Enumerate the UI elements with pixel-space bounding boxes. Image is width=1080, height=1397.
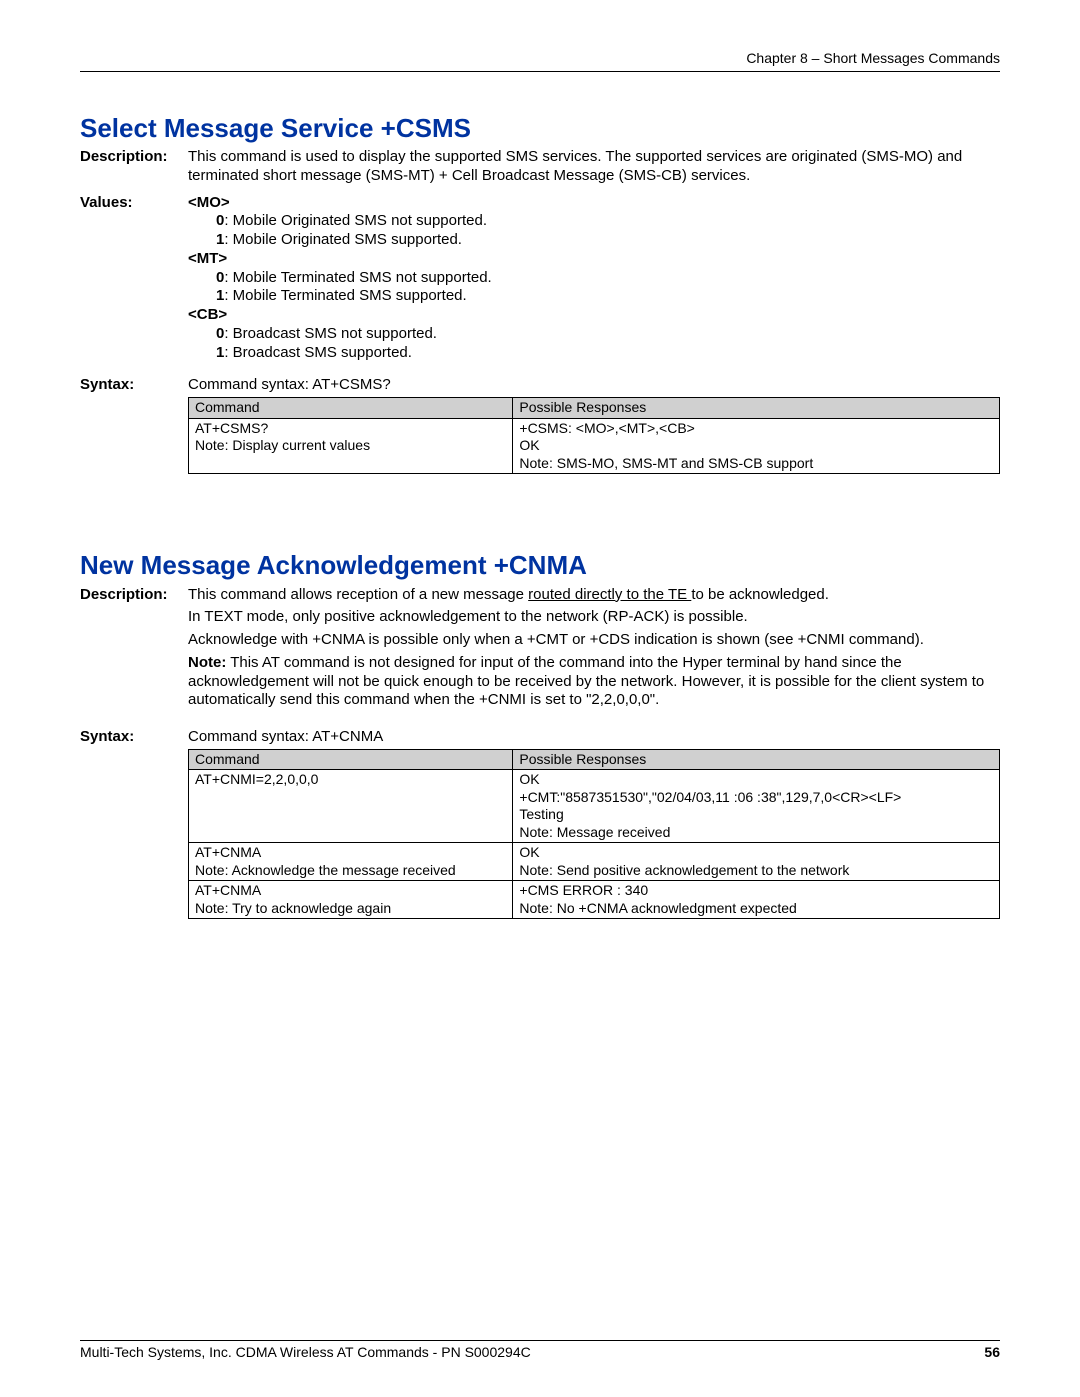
note-label: Note: [188, 654, 226, 671]
cnma-description-row: Description: This command allows recepti… [80, 586, 1000, 715]
td-response: +CMS ERROR : 340 Note: No +CNMA acknowle… [513, 881, 1000, 919]
table-row: AT+CSMS? Note: Display current values +C… [189, 418, 1000, 474]
resp-line: OK [519, 437, 993, 455]
mo-0: 0: Mobile Originated SMS not supported. [188, 212, 1000, 231]
mt-0-text: : Mobile Terminated SMS not supported. [224, 269, 491, 286]
resp-note: Note: Message received [519, 824, 993, 842]
th-responses: Possible Responses [513, 749, 1000, 770]
cb-1-text: : Broadcast SMS supported. [224, 344, 412, 361]
desc-p2: In TEXT mode, only positive acknowledgem… [188, 608, 1000, 627]
mo-0-text: : Mobile Originated SMS not supported. [224, 212, 487, 229]
th-responses: Possible Responses [513, 398, 1000, 419]
section-gap [80, 474, 1000, 529]
desc-p1: This command allows reception of a new m… [188, 586, 1000, 605]
table-row: AT+CNMA Note: Acknowledge the message re… [189, 843, 1000, 881]
td-response: +CSMS: <MO>,<MT>,<CB> OK Note: SMS-MO, S… [513, 418, 1000, 474]
resp-line: OK [519, 771, 993, 789]
csms-syntax-table: Command Possible Responses AT+CSMS? Note… [188, 397, 1000, 474]
csms-values-content: <MO> 0: Mobile Originated SMS not suppor… [188, 194, 1000, 363]
table-header-row: Command Possible Responses [189, 398, 1000, 419]
td-command: AT+CNMI=2,2,0,0,0 [189, 770, 513, 843]
resp-note: Note: Send positive acknowledgement to t… [519, 862, 993, 880]
resp-line: +CMT:"8587351530","02/04/03,11 :06 :38",… [519, 789, 993, 807]
note-text: This AT command is not designed for inpu… [188, 654, 984, 709]
resp-note: Note: SMS-MO, SMS-MT and SMS-CB support [519, 455, 993, 473]
resp-line: +CMS ERROR : 340 [519, 882, 993, 900]
desc-p1-underline: routed directly to the TE [528, 586, 691, 603]
csms-description-row: Description: This command is used to dis… [80, 148, 1000, 186]
cb-1: 1: Broadcast SMS supported. [188, 344, 1000, 363]
mo-1-text: : Mobile Originated SMS supported. [224, 231, 462, 248]
mo-header: <MO> [188, 194, 1000, 213]
td-response: OK +CMT:"8587351530","02/04/03,11 :06 :3… [513, 770, 1000, 843]
table-row: AT+CNMA Note: Try to acknowledge again +… [189, 881, 1000, 919]
cmd-note: Note: Try to acknowledge again [195, 900, 506, 918]
page-number: 56 [984, 1344, 1000, 1362]
resp-line: OK [519, 844, 993, 862]
syntax-label: Syntax: [80, 376, 188, 474]
cb-0: 0: Broadcast SMS not supported. [188, 325, 1000, 344]
page: Chapter 8 – Short Messages Commands Sele… [0, 0, 1080, 1397]
th-command: Command [189, 749, 513, 770]
description-label: Description: [80, 148, 188, 186]
page-footer: Multi-Tech Systems, Inc. CDMA Wireless A… [80, 1340, 1000, 1362]
resp-line: +CSMS: <MO>,<MT>,<CB> [519, 420, 993, 438]
cnma-syntax-text: Command syntax: AT+CNMA [188, 728, 1000, 747]
cmd-note: Note: Display current values [195, 437, 506, 455]
values-label: Values: [80, 194, 188, 363]
csms-values-row: Values: <MO> 0: Mobile Originated SMS no… [80, 194, 1000, 363]
cnma-syntax-content: Command syntax: AT+CNMA Command Possible… [188, 728, 1000, 919]
cnma-description-text: This command allows reception of a new m… [188, 586, 1000, 715]
cnma-syntax-row: Syntax: Command syntax: AT+CNMA Command … [80, 728, 1000, 919]
cb-header: <CB> [188, 306, 1000, 325]
mo-1: 1: Mobile Originated SMS supported. [188, 231, 1000, 250]
footer-text: Multi-Tech Systems, Inc. CDMA Wireless A… [80, 1344, 531, 1362]
desc-p3: Acknowledge with +CNMA is possible only … [188, 631, 1000, 650]
cb-0-text: : Broadcast SMS not supported. [224, 325, 437, 342]
syntax-label: Syntax: [80, 728, 188, 919]
td-response: OK Note: Send positive acknowledgement t… [513, 843, 1000, 881]
desc-p1a: This command allows reception of a new m… [188, 586, 528, 603]
mt-header: <MT> [188, 250, 1000, 269]
resp-note: Note: No +CNMA acknowledgment expected [519, 900, 993, 918]
mt-0: 0: Mobile Terminated SMS not supported. [188, 269, 1000, 288]
table-row: AT+CNMI=2,2,0,0,0 OK +CMT:"8587351530","… [189, 770, 1000, 843]
csms-syntax-content: Command syntax: AT+CSMS? Command Possibl… [188, 376, 1000, 474]
cmd-line: AT+CSMS? [195, 420, 506, 438]
resp-line: Testing [519, 806, 993, 824]
mt-1: 1: Mobile Terminated SMS supported. [188, 287, 1000, 306]
chapter-header: Chapter 8 – Short Messages Commands [80, 50, 1000, 72]
description-label: Description: [80, 586, 188, 715]
td-command: AT+CSMS? Note: Display current values [189, 418, 513, 474]
cmd-line: AT+CNMA [195, 882, 506, 900]
desc-note: Note: This AT command is not designed fo… [188, 654, 1000, 710]
cmd-line: AT+CNMA [195, 844, 506, 862]
section-title-csms: Select Message Service +CSMS [80, 112, 1000, 145]
cmd-note: Note: Acknowledge the message received [195, 862, 506, 880]
th-command: Command [189, 398, 513, 419]
mt-1-text: : Mobile Terminated SMS supported. [224, 287, 466, 304]
td-command: AT+CNMA Note: Try to acknowledge again [189, 881, 513, 919]
csms-description-text: This command is used to display the supp… [188, 148, 1000, 186]
section-title-cnma: New Message Acknowledgement +CNMA [80, 549, 1000, 582]
td-command: AT+CNMA Note: Acknowledge the message re… [189, 843, 513, 881]
table-header-row: Command Possible Responses [189, 749, 1000, 770]
csms-syntax-row: Syntax: Command syntax: AT+CSMS? Command… [80, 376, 1000, 474]
csms-syntax-text: Command syntax: AT+CSMS? [188, 376, 1000, 395]
cnma-syntax-table: Command Possible Responses AT+CNMI=2,2,0… [188, 749, 1000, 920]
desc-p1b: to be acknowledged. [691, 586, 829, 603]
